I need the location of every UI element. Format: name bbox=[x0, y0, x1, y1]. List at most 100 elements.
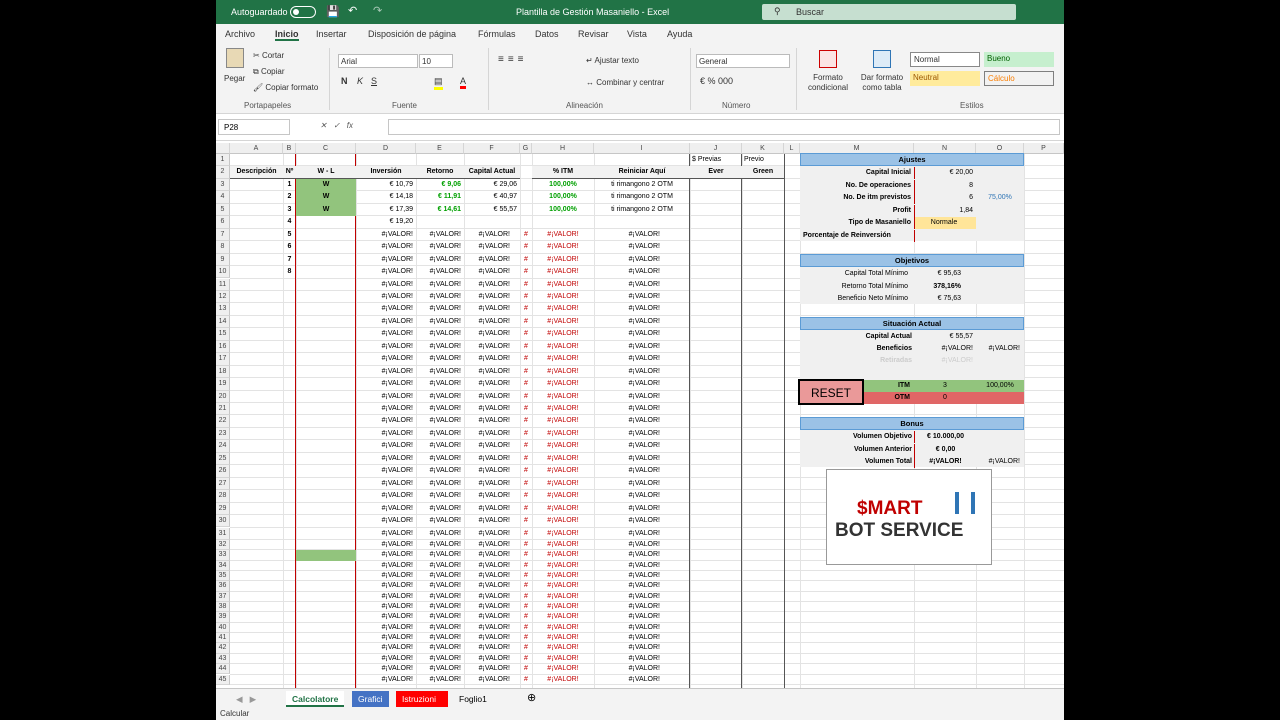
tab-insertar[interactable]: Insertar bbox=[316, 29, 347, 39]
bold-button[interactable]: N bbox=[341, 76, 348, 86]
row-header-38[interactable]: 38 bbox=[216, 602, 230, 613]
copy-button[interactable]: ⧉ Copiar bbox=[253, 67, 285, 77]
style-good[interactable]: Bueno bbox=[984, 52, 1054, 67]
nav-arrows[interactable]: ◀ ▶ bbox=[230, 691, 262, 707]
cut-button[interactable]: ✂ Cortar bbox=[253, 51, 284, 60]
row-header-42[interactable]: 42 bbox=[216, 643, 230, 654]
column-header-d[interactable]: D bbox=[356, 143, 416, 154]
italic-button[interactable]: K bbox=[357, 76, 363, 86]
paste-icon[interactable] bbox=[226, 48, 244, 68]
row-header-6[interactable]: 6 bbox=[216, 216, 230, 229]
row-header-21[interactable]: 21 bbox=[216, 403, 230, 416]
sheet-tab-istruzioni[interactable]: Istruzioni bbox=[396, 691, 448, 707]
row-header-8[interactable]: 8 bbox=[216, 241, 230, 254]
row-header-3[interactable]: 3 bbox=[216, 178, 230, 192]
column-header-a[interactable]: A bbox=[230, 143, 283, 154]
column-header-b[interactable]: B bbox=[283, 143, 296, 154]
row-header-16[interactable]: 16 bbox=[216, 340, 230, 354]
name-box[interactable]: P28 bbox=[218, 119, 290, 135]
table-format-icon[interactable] bbox=[873, 50, 891, 68]
row-header-13[interactable]: 13 bbox=[216, 303, 230, 316]
redo-icon[interactable]: ↷ bbox=[373, 4, 382, 17]
row-header-20[interactable]: 20 bbox=[216, 390, 230, 403]
row-header-44[interactable]: 44 bbox=[216, 664, 230, 675]
row-header-14[interactable]: 14 bbox=[216, 315, 230, 329]
row-header-27[interactable]: 27 bbox=[216, 477, 230, 491]
column-header-g[interactable]: G bbox=[520, 143, 532, 154]
row-header-29[interactable]: 29 bbox=[216, 502, 230, 516]
row-header-22[interactable]: 22 bbox=[216, 415, 230, 428]
save-icon[interactable]: 💾 bbox=[326, 5, 340, 18]
select-all-corner[interactable] bbox=[216, 143, 230, 154]
row-header-37[interactable]: 37 bbox=[216, 591, 230, 603]
fill-color-icon[interactable]: ▤ bbox=[434, 76, 443, 90]
align-icons[interactable]: ≡≡≡ bbox=[498, 54, 528, 65]
row-header-19[interactable]: 19 bbox=[216, 378, 230, 391]
row-header-40[interactable]: 40 bbox=[216, 622, 230, 634]
column-header-l[interactable]: L bbox=[784, 143, 800, 154]
reset-button[interactable]: RESET bbox=[798, 379, 864, 405]
spreadsheet-grid[interactable]: A B C D E F G H I J K L M N O P 1 2 3 4 5 6 7 8 9 10 11 12 13 14 15 16 1… bbox=[216, 143, 1064, 688]
row-header-24[interactable]: 24 bbox=[216, 440, 230, 453]
column-header-k[interactable]: K bbox=[742, 143, 784, 154]
tab-inicio[interactable]: Inicio bbox=[275, 29, 299, 41]
row-header-11[interactable]: 11 bbox=[216, 278, 230, 291]
font-size-select[interactable]: 10 bbox=[419, 54, 453, 68]
copy-format-button[interactable]: 🖌 Copiar formato bbox=[253, 83, 318, 92]
row-header-30[interactable]: 30 bbox=[216, 515, 230, 528]
style-normal[interactable]: Normal bbox=[910, 52, 980, 67]
merge-button[interactable]: ↔ Combinar y centrar bbox=[586, 78, 664, 87]
formula-input[interactable] bbox=[388, 119, 1060, 135]
search-box[interactable]: ⚲ Buscar bbox=[762, 4, 1016, 20]
row-header-35[interactable]: 35 bbox=[216, 571, 230, 582]
wrap-text-button[interactable]: ↵ Ajustar texto bbox=[586, 56, 639, 65]
row-header-43[interactable]: 43 bbox=[216, 653, 230, 665]
row-header-36[interactable]: 36 bbox=[216, 581, 230, 592]
row-header-34[interactable]: 34 bbox=[216, 560, 230, 571]
tab-disposicion[interactable]: Disposición de página bbox=[368, 29, 456, 39]
row-header-33[interactable]: 33 bbox=[216, 550, 230, 561]
row-header-4[interactable]: 4 bbox=[216, 191, 230, 204]
column-header-i[interactable]: I bbox=[594, 143, 690, 154]
column-header-p[interactable]: P bbox=[1024, 143, 1064, 154]
sheet-tab-grafici[interactable]: Grafici bbox=[352, 691, 389, 707]
row-header-5[interactable]: 5 bbox=[216, 203, 230, 217]
row-header-31[interactable]: 31 bbox=[216, 527, 230, 540]
undo-icon[interactable]: ↶ bbox=[348, 4, 357, 17]
tab-ayuda[interactable]: Ayuda bbox=[667, 29, 692, 39]
font-select[interactable]: Arial bbox=[338, 54, 418, 68]
style-calc[interactable]: Cálculo bbox=[984, 71, 1054, 86]
row-header-26[interactable]: 26 bbox=[216, 465, 230, 478]
currency-icon[interactable]: € % 000 bbox=[700, 76, 733, 86]
column-header-j[interactable]: J bbox=[690, 143, 742, 154]
row-header-18[interactable]: 18 bbox=[216, 365, 230, 379]
tab-datos[interactable]: Datos bbox=[535, 29, 559, 39]
row-header-28[interactable]: 28 bbox=[216, 490, 230, 503]
column-header-h[interactable]: H bbox=[532, 143, 594, 154]
font-color-icon[interactable]: A bbox=[460, 76, 467, 89]
row-header-17[interactable]: 17 bbox=[216, 353, 230, 366]
column-header-c[interactable]: C bbox=[296, 143, 356, 154]
tab-archivo[interactable]: Archivo bbox=[225, 29, 255, 39]
sheet-tab-calcolatore[interactable]: Calcolatore bbox=[286, 691, 345, 707]
row-header-15[interactable]: 15 bbox=[216, 328, 230, 341]
tab-formulas[interactable]: Fórmulas bbox=[478, 29, 516, 39]
row-header-7[interactable]: 7 bbox=[216, 228, 230, 242]
tab-revisar[interactable]: Revisar bbox=[578, 29, 609, 39]
row-header-39[interactable]: 39 bbox=[216, 612, 230, 623]
number-format-select[interactable]: General bbox=[696, 54, 790, 68]
sheet-tab-foglio1[interactable]: Foglio1 bbox=[453, 691, 493, 707]
row-header-32[interactable]: 32 bbox=[216, 539, 230, 551]
row-header-45[interactable]: 45 bbox=[216, 674, 230, 685]
cond-format-button[interactable]: Formato condicional bbox=[802, 73, 854, 93]
row-header-41[interactable]: 41 bbox=[216, 633, 230, 644]
row-header-9[interactable]: 9 bbox=[216, 253, 230, 267]
table-format-button[interactable]: Dar formato como tabla bbox=[856, 73, 908, 93]
cond-format-icon[interactable] bbox=[819, 50, 837, 68]
column-header-f[interactable]: F bbox=[464, 143, 520, 154]
row-header-23[interactable]: 23 bbox=[216, 427, 230, 441]
row-header-12[interactable]: 12 bbox=[216, 290, 230, 304]
underline-button[interactable]: S bbox=[371, 76, 377, 86]
row-header-1[interactable]: 1 bbox=[216, 154, 230, 167]
add-sheet-button[interactable]: ⊕ bbox=[521, 690, 542, 706]
